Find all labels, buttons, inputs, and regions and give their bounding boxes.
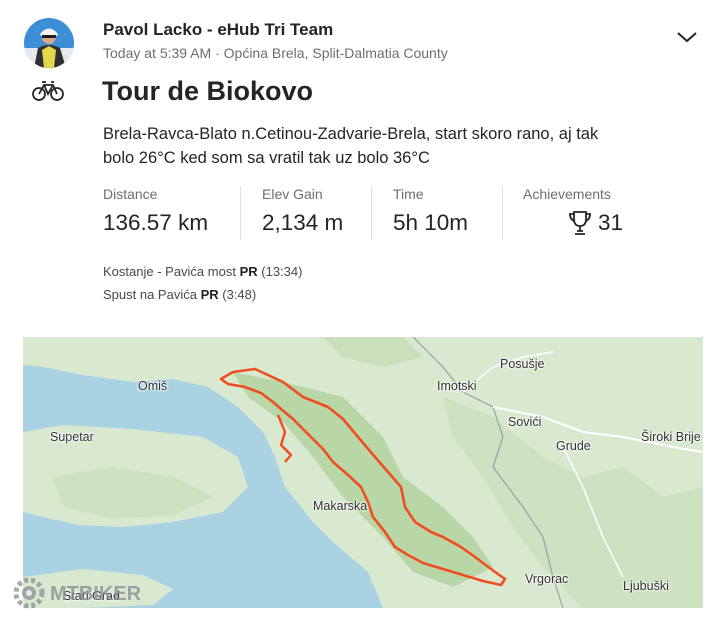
achievements-label: Achievements bbox=[523, 186, 611, 202]
stat-elev-label: Elev Gain bbox=[262, 186, 323, 202]
map-label-omis: Omiš bbox=[138, 379, 168, 393]
map-label-makarska: Makarska bbox=[313, 499, 368, 513]
stat-time: Time 5h 10m bbox=[393, 186, 468, 236]
athlete-name[interactable]: Pavol Lacko - eHub Tri Team bbox=[103, 20, 333, 40]
watermark-text: MTBIKER bbox=[50, 583, 142, 605]
segment-time: (3:48) bbox=[222, 287, 257, 302]
map-label-siroki-brijeg: Široki Brije bbox=[641, 430, 701, 444]
map-label-supetar: Supetar bbox=[50, 430, 94, 444]
activity-title[interactable]: Tour de Biokovo bbox=[102, 76, 313, 107]
map-label-sovici: Sovići bbox=[508, 415, 542, 429]
stat-divider bbox=[240, 186, 241, 240]
timestamp: Today at 5:39 AM bbox=[103, 45, 212, 61]
map-label-imotski: Imotski bbox=[437, 379, 477, 393]
achievements-count: 31 bbox=[597, 210, 623, 235]
stat-distance: Distance 136.57 km bbox=[103, 186, 208, 236]
stat-divider bbox=[502, 186, 503, 240]
trophy-icon bbox=[569, 211, 591, 235]
segment-name: Kostanje - Pavića most bbox=[103, 264, 236, 279]
segment-name: Spust na Pavića bbox=[103, 287, 197, 302]
segment-time: (13:34) bbox=[261, 264, 303, 279]
segment-row[interactable]: Spust na Pavića PR (3:48) bbox=[103, 287, 256, 302]
route-map[interactable]: Posušje Omiš Imotski Sovići Supetar Grud… bbox=[23, 337, 703, 608]
stat-time-value: 5h 10m bbox=[393, 210, 469, 235]
meta-separator: · bbox=[215, 45, 220, 61]
stat-elev-value: 2,134 m bbox=[262, 210, 344, 235]
mtbiker-watermark: MTBIKER bbox=[12, 576, 182, 610]
map-label-ljubuski: Ljubuški bbox=[623, 579, 669, 593]
activity-card: Pavol Lacko - eHub Tri Team Today at 5:3… bbox=[0, 0, 721, 621]
stat-distance-value: 136.57 km bbox=[103, 210, 209, 235]
map-canvas bbox=[23, 337, 703, 608]
stat-time-label: Time bbox=[393, 186, 424, 202]
stat-elev-gain: Elev Gain 2,134 m bbox=[262, 186, 343, 236]
pr-badge: PR bbox=[200, 287, 219, 302]
map-label-posusje: Posušje bbox=[500, 357, 545, 371]
stat-distance-label: Distance bbox=[103, 186, 158, 202]
bike-icon bbox=[32, 80, 64, 102]
segment-row[interactable]: Kostanje - Pavića most PR (13:34) bbox=[103, 264, 302, 279]
pr-badge: PR bbox=[239, 264, 258, 279]
activity-meta: Today at 5:39 AM · Općina Brela, Split-D… bbox=[103, 45, 448, 61]
location: Općina Brela, Split-Dalmatia County bbox=[223, 45, 448, 61]
map-label-vrgorac: Vrgorac bbox=[525, 572, 569, 586]
activity-description: Brela-Ravca-Blato n.Cetinou-Zadvarie-Bre… bbox=[103, 125, 599, 167]
chevron-down-icon[interactable] bbox=[676, 29, 698, 45]
gear-icon bbox=[13, 577, 45, 609]
stat-achievements[interactable]: Achievements 31 bbox=[523, 186, 623, 236]
stat-divider bbox=[371, 186, 372, 240]
athlete-avatar[interactable] bbox=[24, 18, 74, 68]
map-label-grude: Grude bbox=[556, 439, 591, 453]
